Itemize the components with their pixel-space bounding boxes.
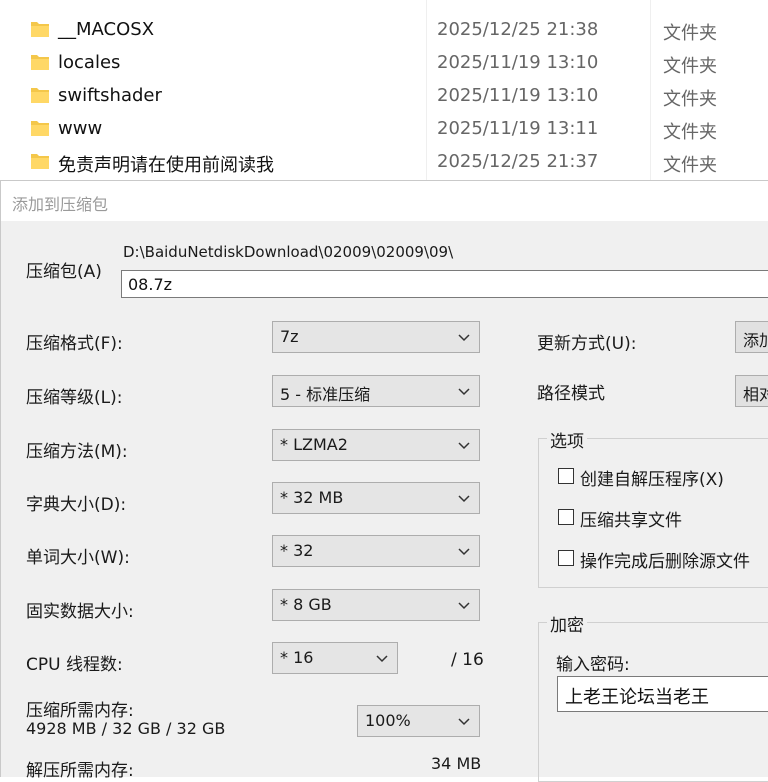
encryption-title: 加密	[547, 611, 587, 636]
solid-label: 固实数据大小:	[26, 602, 134, 622]
level-select[interactable]: 5 - 标准压缩	[272, 375, 480, 407]
file-name: 免责声明请在使用前阅读我	[58, 155, 274, 176]
chevron-down-icon	[458, 602, 470, 610]
mem-percent-select[interactable]: 100%	[357, 705, 480, 737]
file-row[interactable]: www 2025/11/19 13:11 文件夹	[0, 112, 768, 145]
solid-value: * 8 GB	[280, 595, 332, 614]
file-row[interactable]: __MACOSX 2025/12/25 21:38 文件夹	[0, 13, 768, 46]
file-name: www	[58, 118, 103, 139]
mem-percent-value: 100%	[365, 711, 411, 730]
format-select[interactable]: 7z	[272, 321, 480, 353]
delete-source-checkbox[interactable]	[558, 550, 574, 566]
file-type: 文件夹	[663, 155, 717, 176]
word-select[interactable]: * 32	[272, 535, 480, 567]
update-mode-value: 添加	[743, 331, 768, 350]
explorer-file-list: __MACOSX 2025/12/25 21:38 文件夹 locales 20…	[0, 0, 768, 180]
file-type: 文件夹	[663, 56, 717, 77]
file-type: 文件夹	[663, 122, 717, 143]
dict-label: 字典大小(D):	[26, 495, 127, 515]
file-row[interactable]: 免责声明请在使用前阅读我 2025/12/25 21:37 文件夹	[0, 145, 768, 178]
sfx-checkbox[interactable]	[558, 468, 574, 484]
chevron-down-icon	[458, 718, 470, 726]
folder-icon	[31, 55, 49, 70]
comp-mem-value: 4928 MB / 32 GB / 32 GB	[26, 719, 226, 738]
chevron-down-icon	[458, 442, 470, 450]
method-value: * LZMA2	[280, 435, 348, 454]
folder-icon	[31, 88, 49, 103]
method-label: 压缩方法(M):	[26, 442, 128, 462]
options-title: 选项	[547, 427, 587, 452]
file-row[interactable]: locales 2025/11/19 13:10 文件夹	[0, 46, 768, 79]
chevron-down-icon	[458, 548, 470, 556]
archive-label: 压缩包(A)	[26, 262, 102, 282]
shared-files-checkbox[interactable]	[558, 509, 574, 525]
dict-select[interactable]: * 32 MB	[272, 482, 480, 514]
word-value: * 32	[280, 541, 314, 560]
file-name: __MACOSX	[58, 19, 155, 40]
threads-select[interactable]: * 16	[272, 642, 398, 674]
chevron-down-icon	[458, 334, 470, 342]
dict-value: * 32 MB	[280, 488, 344, 507]
decomp-mem-value: 34 MB	[431, 754, 482, 773]
path-mode-select[interactable]: 相对	[735, 375, 768, 407]
threads-max: / 16	[451, 650, 484, 670]
password-label: 输入密码:	[556, 655, 630, 675]
archive-name-input[interactable]: 08.7z	[121, 270, 768, 298]
chevron-down-icon	[458, 388, 470, 396]
file-name: locales	[58, 52, 121, 73]
decomp-mem-label: 解压所需内存:	[26, 761, 134, 781]
shared-files-label: 压缩共享文件	[580, 511, 682, 531]
file-date: 2025/12/25 21:38	[437, 19, 599, 40]
dialog-titlebar[interactable]: 添加到压缩包	[1, 181, 768, 221]
file-name: swiftshader	[58, 85, 162, 106]
password-input[interactable]: 上老王论坛当老王	[557, 676, 768, 712]
format-value: 7z	[280, 327, 299, 346]
solid-select[interactable]: * 8 GB	[272, 589, 480, 621]
file-type: 文件夹	[663, 89, 717, 110]
file-date: 2025/12/25 21:37	[437, 151, 599, 172]
level-label: 压缩等级(L):	[26, 388, 123, 408]
archive-path: D:\BaiduNetdiskDownload\02009\02009\09\	[123, 243, 454, 261]
folder-icon	[31, 154, 49, 169]
file-date: 2025/11/19 13:10	[437, 52, 599, 73]
path-mode-label: 路径模式	[537, 384, 605, 404]
chevron-down-icon	[458, 495, 470, 503]
format-label: 压缩格式(F):	[26, 334, 123, 354]
path-mode-value: 相对	[743, 385, 768, 404]
sfx-label: 创建自解压程序(X)	[580, 470, 724, 490]
file-type: 文件夹	[663, 23, 717, 44]
add-to-archive-dialog: 添加到压缩包 压缩包(A) D:\BaiduNetdiskDownload\02…	[0, 180, 768, 782]
file-date: 2025/11/19 13:10	[437, 85, 599, 106]
update-mode-select[interactable]: 添加	[735, 321, 768, 353]
word-label: 单词大小(W):	[26, 548, 130, 568]
delete-source-label: 操作完成后删除源文件	[580, 552, 750, 572]
file-date: 2025/11/19 13:11	[437, 118, 599, 139]
update-mode-label: 更新方式(U):	[537, 334, 637, 354]
level-value: 5 - 标准压缩	[280, 385, 371, 404]
folder-icon	[31, 22, 49, 37]
dialog-title: 添加到压缩包	[12, 195, 109, 214]
comp-mem-label: 压缩所需内存:	[26, 701, 134, 721]
threads-label: CPU 线程数:	[26, 655, 123, 675]
threads-value: * 16	[280, 648, 314, 667]
file-row[interactable]: swiftshader 2025/11/19 13:10 文件夹	[0, 79, 768, 112]
folder-icon	[31, 121, 49, 136]
chevron-down-icon	[376, 655, 388, 663]
method-select[interactable]: * LZMA2	[272, 429, 480, 461]
